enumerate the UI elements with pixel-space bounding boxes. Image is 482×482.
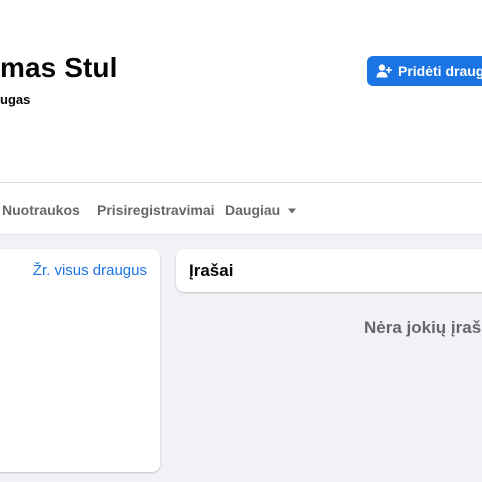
profile-header: mas Stul ugas Pridėti draugą: [0, 0, 482, 182]
tab-more-label: Daugiau: [225, 202, 281, 218]
posts-title: Įrašai: [189, 261, 234, 280]
caret-down-icon: [288, 208, 297, 213]
add-user-icon: [376, 64, 392, 78]
profile-tabs: Nuotraukos Prisiregistravimai Daugiau: [0, 183, 482, 235]
friends-count: ugas: [0, 92, 31, 107]
tab-check-ins[interactable]: Prisiregistravimai: [97, 202, 215, 218]
add-friend-button[interactable]: Pridėti draugą: [367, 56, 482, 86]
no-posts-message: Nėra jokių įraš: [364, 318, 482, 337]
friends-card: Žr. visus draugus: [0, 249, 160, 472]
tab-more[interactable]: Daugiau: [225, 202, 297, 218]
profile-name: mas Stul: [0, 52, 118, 83]
posts-card: Įrašai: [176, 249, 482, 292]
see-all-friends-link[interactable]: Žr. visus draugus: [33, 262, 147, 279]
tab-photos[interactable]: Nuotraukos: [2, 202, 80, 218]
add-friend-label: Pridėti draugą: [398, 63, 482, 79]
